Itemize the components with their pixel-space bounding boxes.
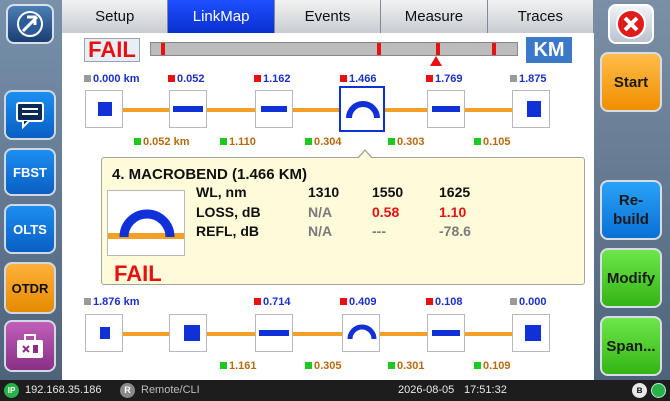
position-label: 0.000: [510, 296, 547, 308]
fbst-button[interactable]: FBST: [4, 148, 56, 196]
otdr-button[interactable]: OTDR: [4, 262, 56, 314]
event-launch[interactable]: [85, 314, 123, 352]
loss-value: N/A: [308, 204, 333, 220]
tab-events[interactable]: Events: [274, 0, 382, 33]
status-bar: IP 192.168.35.186 R Remote/CLI 2026-08-0…: [0, 380, 670, 401]
remote-icon: R: [120, 383, 135, 398]
loss-label: LOSS, dB: [196, 204, 261, 220]
event-reflective[interactable]: [169, 90, 207, 128]
ip-icon: IP: [4, 383, 19, 398]
event-splice[interactable]: [255, 314, 293, 352]
tab-measure[interactable]: Measure: [381, 0, 488, 33]
event-detail-popup[interactable]: 4. MACROBEND (1.466 KM) FAIL WL, nm 1310…: [101, 149, 585, 286]
close-button[interactable]: [608, 4, 654, 44]
event-title: 4. MACROBEND (1.466 KM): [112, 166, 308, 183]
refl-value: N/A: [308, 223, 333, 239]
tab-traces[interactable]: Traces: [487, 0, 595, 33]
position-label: 0.108: [426, 296, 463, 308]
unit-toggle-button[interactable]: KM: [526, 37, 572, 63]
event-splice[interactable]: [427, 314, 465, 352]
olts-button[interactable]: OLTS: [4, 204, 56, 254]
position-label: 0.714: [254, 296, 291, 308]
header-label: WL, nm: [196, 184, 247, 200]
overview-event-marker: [492, 43, 496, 55]
macrobend-icon: [346, 101, 380, 119]
link-overview-bar[interactable]: [150, 42, 518, 66]
position-label: 1.875: [510, 73, 547, 85]
overview-event-marker: [377, 43, 381, 55]
toolbox-icon: [17, 334, 43, 358]
status-time: 17:51:32: [464, 384, 507, 396]
modify-button[interactable]: Modify: [600, 248, 662, 308]
span-label: 0.052 km: [134, 136, 189, 148]
home-logo-button[interactable]: [6, 4, 54, 44]
position-label: 1.876 km: [84, 296, 139, 308]
position-label: 0.000 km: [84, 73, 139, 85]
rebuild-button[interactable]: Re- build: [600, 180, 662, 240]
header-wavelength: 1625: [439, 184, 471, 200]
position-label: 1.466: [340, 73, 377, 85]
overview-event-marker: [436, 43, 440, 55]
event-macrobend-selected[interactable]: [339, 86, 385, 132]
right-toolbar: Start Re- build Modify Span...: [594, 0, 670, 380]
ip-address: 192.168.35.186: [25, 384, 102, 396]
event-connector[interactable]: [169, 314, 207, 352]
event-end[interactable]: [512, 314, 550, 352]
position-label: 1.769: [426, 73, 463, 85]
tab-setup[interactable]: Setup: [62, 0, 169, 33]
event-splice[interactable]: [427, 90, 465, 128]
chat-icon: [16, 102, 44, 129]
overview-cursor-triangle[interactable]: [430, 56, 442, 66]
span-label: 0.303: [388, 136, 425, 148]
start-button[interactable]: Start: [600, 52, 662, 112]
span-label: 0.301: [388, 360, 425, 372]
span-label: 0.304: [305, 136, 342, 148]
loss-value: 1.10: [439, 204, 467, 220]
refl-value: ---: [372, 223, 386, 239]
tab-linkmap[interactable]: LinkMap: [168, 0, 275, 33]
fail-badge: FAIL: [84, 38, 140, 62]
macrobend-icon: [347, 324, 377, 340]
span-label: 1.110: [220, 136, 256, 148]
notes-button[interactable]: [4, 90, 56, 140]
span-label: 0.305: [305, 360, 342, 372]
span-label: 1.161: [220, 360, 257, 372]
event-end[interactable]: [512, 90, 550, 128]
header-wavelength: 1550: [372, 184, 404, 200]
position-label: 0.409: [340, 296, 377, 308]
overview-event-marker: [161, 43, 165, 55]
loss-value: 0.58: [372, 204, 400, 220]
position-label: 1.162: [254, 73, 291, 85]
event-verdict: FAIL: [114, 261, 162, 286]
tool-logo-icon: [17, 11, 43, 37]
status-date: 2026-08-05: [398, 384, 455, 396]
header-wavelength: 1310: [308, 184, 340, 200]
macrobend-icon: [119, 209, 175, 238]
battery-icon: [651, 383, 666, 398]
remote-status: Remote/CLI: [141, 384, 200, 396]
span-label: 0.105: [474, 136, 511, 148]
toolbox-button[interactable]: [4, 320, 56, 372]
close-icon: [616, 9, 646, 39]
position-label: 0.052: [168, 73, 205, 85]
refl-value: -78.6: [439, 223, 471, 239]
span-label: 0.109: [474, 360, 511, 372]
event-splice[interactable]: [255, 90, 293, 128]
refl-label: REFL, dB: [196, 223, 259, 239]
event-macrobend[interactable]: [342, 314, 380, 352]
popup-pointer-fill: [358, 151, 372, 159]
bluetooth-icon: ʙ: [632, 383, 647, 398]
span-button[interactable]: Span...: [600, 316, 662, 376]
event-launch[interactable]: [85, 90, 123, 128]
left-toolbar: FBST OLTS OTDR: [0, 0, 62, 380]
event-type-icon-box: [107, 190, 185, 256]
tab-bar: Setup LinkMap Events Measure Traces: [62, 0, 595, 33]
